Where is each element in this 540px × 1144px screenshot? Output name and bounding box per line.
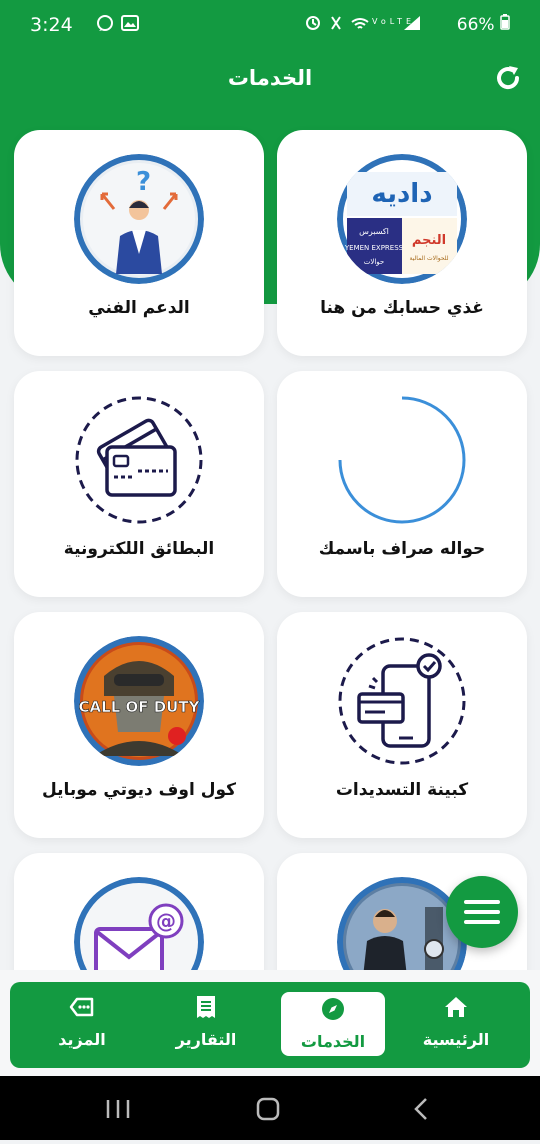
svg-text:@: @ bbox=[156, 909, 176, 933]
alnajm-logo-text: النجم bbox=[412, 233, 446, 248]
svg-text:?: ? bbox=[136, 167, 151, 197]
alnajm-sub-text: للحوالات المالية bbox=[409, 255, 448, 262]
service-label-payments: كبينة التسديدات bbox=[335, 780, 469, 800]
payments-image bbox=[337, 636, 467, 766]
service-card-transfer[interactable]: حواله صراف باسمك bbox=[277, 371, 527, 597]
nav-label-services: الخدمات bbox=[300, 1032, 366, 1051]
nav-item-reports[interactable]: التقارير bbox=[154, 990, 258, 1054]
service-label-transfer: حواله صراف باسمك bbox=[318, 539, 486, 559]
nav-item-home[interactable]: الرئيسية bbox=[404, 990, 508, 1054]
report-icon bbox=[197, 996, 215, 1018]
back-icon[interactable] bbox=[414, 1098, 427, 1120]
hawalat-logo-text: حوالات bbox=[364, 258, 384, 266]
service-label-support: الدعم الفني bbox=[88, 298, 190, 318]
mobile-payment-icon bbox=[338, 637, 466, 765]
service-label-ecards: البطائق اللكترونية bbox=[63, 539, 215, 559]
support-image: ? bbox=[74, 154, 204, 284]
express-logo-text: اكسبرس bbox=[359, 227, 389, 236]
service-label-topup: غذي حسابك من هنا bbox=[320, 298, 484, 318]
cod-logo-text: CALL OF DUTY bbox=[79, 698, 201, 716]
nav-label-home: الرئيسية bbox=[422, 1030, 490, 1049]
menu-fab-button[interactable] bbox=[446, 876, 518, 948]
nav-item-services[interactable]: الخدمات bbox=[281, 992, 385, 1056]
home-icon bbox=[445, 997, 467, 1017]
cod-image: CALL OF DUTY bbox=[74, 636, 204, 766]
service-card-ecards[interactable]: البطائق اللكترونية bbox=[14, 371, 264, 597]
topup-image: داديه اكسبرس YEMEN EXPRESS حوالات النجم … bbox=[337, 154, 467, 284]
loading-spinner-icon bbox=[338, 396, 466, 524]
game-soldier-icon: CALL OF DUTY bbox=[74, 636, 204, 766]
nav-item-more[interactable]: المزيد bbox=[30, 990, 134, 1054]
service-card-payments[interactable]: كبينة التسديدات bbox=[277, 612, 527, 838]
support-person-icon: ? bbox=[74, 154, 204, 284]
bottom-nav: المزيد التقارير الخدمات الرئيسية bbox=[10, 982, 530, 1068]
home-nav-icon[interactable] bbox=[256, 1097, 280, 1121]
credit-card-icon bbox=[75, 396, 203, 524]
ecards-image bbox=[74, 395, 204, 525]
system-nav-bar bbox=[0, 1076, 540, 1140]
service-card-support[interactable]: ? الدعم الفني bbox=[14, 130, 264, 356]
service-card-topup[interactable]: داديه اكسبرس YEMEN EXPRESS حوالات النجم … bbox=[277, 130, 527, 356]
service-label-cod: كول اوف ديوتي موبايل bbox=[41, 780, 237, 800]
dadiah-logo-text: داديه bbox=[371, 179, 432, 209]
nav-label-more: المزيد bbox=[58, 1030, 106, 1049]
service-card-cod[interactable]: CALL OF DUTY كول اوف ديوتي موبايل bbox=[14, 612, 264, 838]
services-grid: ? الدعم الفني داديه اكسبرس YEMEN EXPRESS… bbox=[0, 0, 540, 1140]
recent-apps-icon[interactable] bbox=[106, 1100, 130, 1118]
more-tag-icon bbox=[69, 997, 94, 1017]
transfer-image-loading bbox=[337, 395, 467, 525]
exchange-logos-icon: داديه اكسبرس YEMEN EXPRESS حوالات النجم … bbox=[337, 154, 467, 284]
system-nav-buttons bbox=[106, 1097, 427, 1121]
compass-icon bbox=[322, 998, 344, 1020]
hamburger-menu-icon bbox=[464, 900, 500, 924]
nav-label-reports: التقارير bbox=[175, 1030, 237, 1049]
yemen-express-logo-text: YEMEN EXPRESS bbox=[344, 244, 404, 252]
